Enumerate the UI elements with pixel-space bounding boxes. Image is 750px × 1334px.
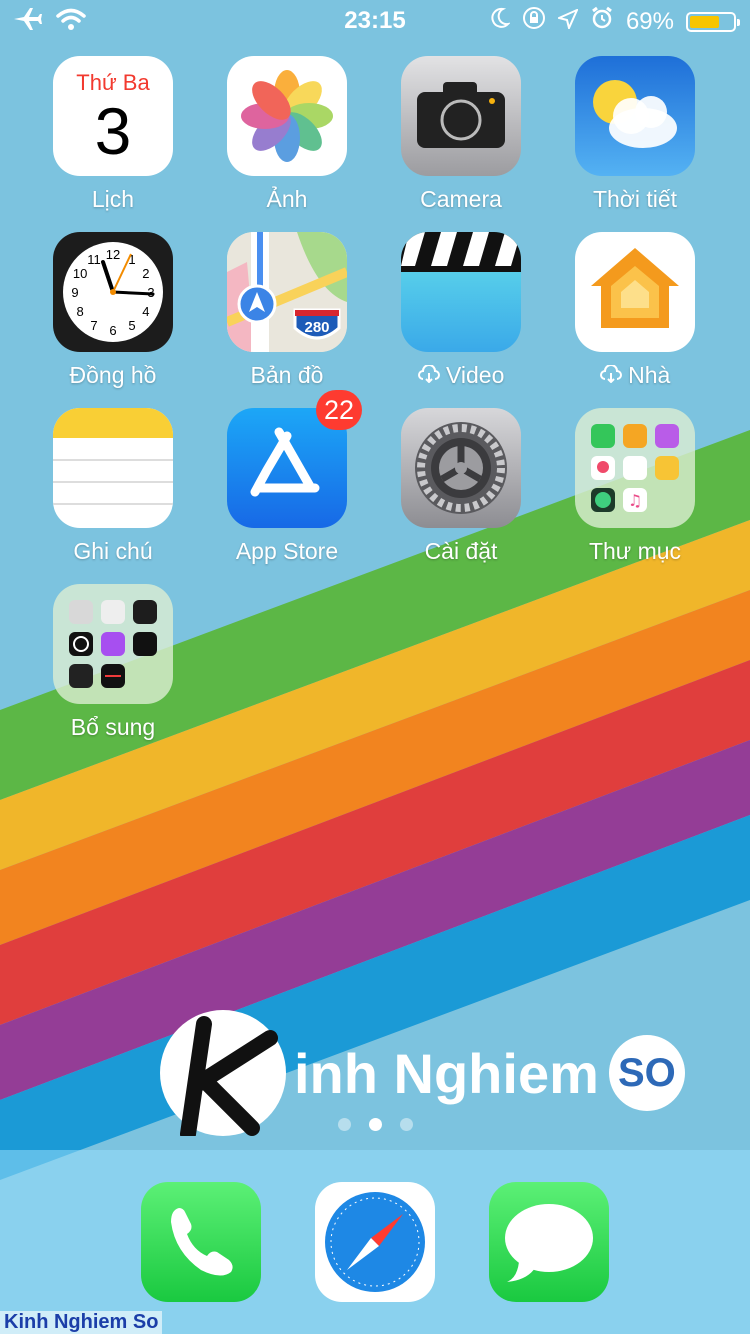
alarm-icon (590, 6, 614, 37)
app-notes[interactable]: Ghi chú (26, 408, 200, 565)
calendar-weekday: Thứ Ba (76, 70, 150, 95)
app-maps[interactable]: 280 Bản đồ (200, 232, 374, 389)
dock-phone[interactable] (114, 1182, 288, 1302)
clock-number: 6 (109, 323, 116, 338)
home-icon (575, 232, 695, 352)
clock-number: 11 (87, 252, 101, 267)
watermark-text: inh Nghiem (294, 1041, 599, 1105)
app-folder[interactable]: ♫ Thư mục (548, 408, 722, 565)
app-calendar[interactable]: Thứ Ba 3 Lịch (26, 56, 200, 213)
app-label: Cài đặt (424, 538, 498, 564)
app-photos[interactable]: Ảnh (200, 56, 374, 213)
camera-icon (401, 56, 521, 176)
clock-number: 2 (142, 266, 149, 281)
app-home[interactable]: Nhà (548, 232, 722, 389)
extras-folder-icon (53, 584, 173, 704)
app-label: Camera (420, 186, 502, 212)
safari-icon (315, 1182, 435, 1302)
app-label: Bổ sung (70, 714, 156, 740)
app-label: Thư mục (588, 538, 682, 564)
dock-safari[interactable] (288, 1182, 462, 1302)
dock (0, 1150, 750, 1334)
photos-icon (227, 56, 347, 176)
page-dot-current[interactable] (368, 1118, 382, 1131)
battery-percent: 69% (625, 7, 674, 35)
app-label: Lịch (91, 186, 135, 212)
calendar-day: 3 (94, 94, 132, 168)
svg-text:♫: ♫ (628, 491, 642, 510)
notification-badge: 22 (315, 390, 362, 430)
app-videos[interactable]: Video (374, 232, 548, 389)
cloud-download-icon (417, 362, 446, 388)
page-indicator[interactable] (0, 1118, 750, 1131)
app-clock[interactable]: 121234567891011 Đồng hồ (26, 232, 200, 389)
map-shield-number: 280 (304, 319, 329, 336)
home-screen: 23:15 69% Thứ Ba 3 Lịch Ảnh Camera Thời … (0, 0, 750, 1334)
app-label: Nhà (548, 362, 722, 389)
app-label: Video (374, 362, 548, 389)
app-settings[interactable]: Cài đặt (374, 408, 548, 565)
app-label: Đồng hồ (69, 362, 157, 388)
clock-icon: 121234567891011 (53, 232, 173, 352)
clock-number: 4 (142, 304, 149, 319)
page-dot[interactable] (337, 1118, 351, 1131)
app-label: App Store (235, 538, 339, 564)
rotation-lock-icon (522, 6, 546, 37)
cloud-download-icon (599, 362, 628, 388)
maps-icon: 280 (227, 232, 347, 352)
app-label: Thời tiết (592, 186, 678, 212)
phone-icon (141, 1182, 261, 1302)
moon-icon (490, 7, 511, 36)
clock-number: 12 (106, 247, 120, 262)
app-label: Ghi chú (73, 538, 153, 564)
app-app-store[interactable]: 22 App Store (200, 390, 374, 565)
clock-number: 9 (71, 285, 78, 300)
clock-number: 10 (73, 266, 87, 281)
app-extras-folder[interactable]: Bổ sung (26, 584, 200, 741)
videos-icon (401, 232, 521, 352)
clock-number: 1 (128, 252, 135, 267)
location-icon (555, 7, 579, 36)
app-camera[interactable]: Camera (374, 56, 548, 213)
clock-number: 8 (76, 304, 83, 319)
battery-fill (690, 15, 719, 28)
status-bar: 23:15 69% (0, 0, 750, 40)
messages-icon (489, 1182, 609, 1302)
notes-icon (53, 408, 173, 528)
settings-icon (401, 408, 521, 528)
app-label: Ảnh (266, 186, 308, 212)
calendar-icon: Thứ Ba 3 (53, 56, 173, 176)
watermark-badge: SO (608, 1035, 685, 1111)
app-weather[interactable]: Thời tiết (548, 56, 722, 213)
app-label-text: Nhà (628, 362, 671, 388)
clock-number: 7 (90, 318, 97, 333)
clock-number: 5 (128, 318, 135, 333)
app-label: Bản đồ (250, 362, 324, 388)
folder-icon: ♫ (575, 408, 695, 528)
footer-watermark: Kinh Nghiem So (0, 1311, 163, 1334)
battery-icon (686, 11, 740, 32)
app-label-text: Video (445, 362, 505, 388)
weather-icon (575, 56, 695, 176)
page-dot[interactable] (399, 1118, 413, 1131)
dock-messages[interactable] (462, 1182, 636, 1302)
